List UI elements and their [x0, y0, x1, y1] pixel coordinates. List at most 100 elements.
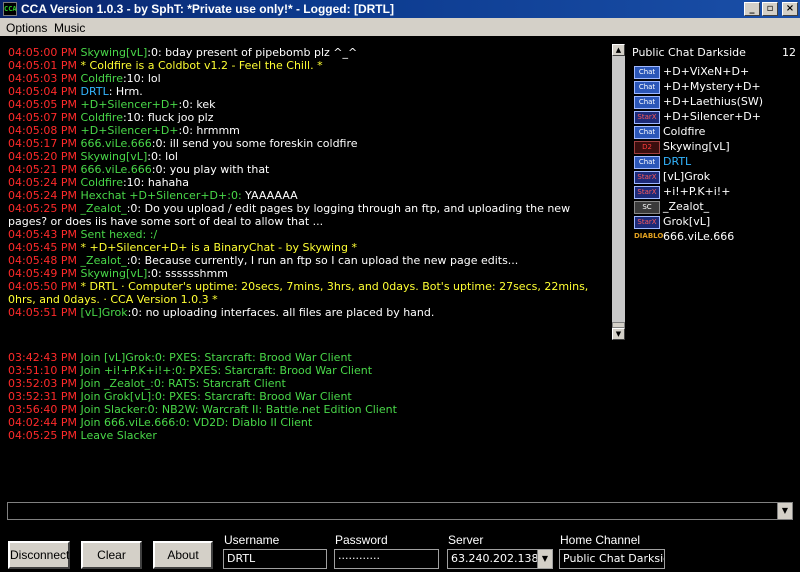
about-button[interactable]: About — [153, 541, 213, 569]
chat-text: _Zealot_ — [80, 202, 127, 215]
chat-line: 04:05:51 PM [vL]Grok:0: no uploading int… — [8, 306, 609, 319]
user-list-item[interactable]: DIABLO666.viLe.666 — [634, 229, 798, 244]
chat-scrollbar[interactable]: ▲ ▼ — [612, 44, 625, 340]
menu-bar: Options Music — [0, 18, 800, 36]
minimize-button[interactable]: _ — [744, 2, 760, 16]
chat-line: 04:05:01 PM * Coldfire is a Coldbot v1.2… — [8, 59, 609, 72]
chat-line: 04:05:24 PM Coldfire:10: hahaha — [8, 176, 609, 189]
event-timestamp: 04:02:44 PM — [8, 416, 81, 429]
server-value: 63.240.202.138 — [451, 552, 539, 565]
event-text: Leave Slacker — [80, 429, 157, 442]
event-text: Join _Zealot_:0: RATS: Starcraft Client — [80, 377, 286, 390]
chat-timestamp: 04:05:05 PM — [8, 98, 81, 111]
chat-text: Skywing[vL] — [80, 267, 148, 280]
user-list-item[interactable]: Chat +D+ViXeN+D+ — [634, 64, 798, 79]
scroll-down-button[interactable]: ▼ — [612, 328, 625, 340]
chevron-down-icon[interactable]: ▼ — [537, 550, 552, 568]
chat-timestamp: 04:05:45 PM — [8, 241, 81, 254]
menu-options[interactable]: Options — [6, 21, 47, 35]
event-line: 03:52:03 PM Join _Zealot_:0: RATS: Starc… — [8, 377, 608, 390]
username-field[interactable]: DRTL — [223, 549, 327, 569]
event-timestamp: 04:05:25 PM — [8, 429, 81, 442]
chat-text: Coldfire — [80, 176, 123, 189]
chat-text: :0: lol — [147, 150, 178, 163]
disconnect-button[interactable]: Disconnect — [8, 541, 70, 569]
user-name: +D+Laethius(SW) — [663, 95, 764, 108]
chat-timestamp: 04:05:51 PM — [8, 306, 81, 319]
diablo-client-icon: DIABLO — [634, 230, 663, 244]
user-list-item[interactable]: StarX Grok[vL] — [634, 214, 798, 229]
event-line: 03:51:10 PM Join +i!+P.K+i!+:0: PXES: St… — [8, 364, 608, 377]
chat-text: * Coldfire is a Coldbot v1.2 - Feel the … — [80, 59, 323, 72]
username-label: Username — [224, 533, 280, 547]
chat-text: [vL]Grok — [80, 306, 128, 319]
user-list-item[interactable]: D2 Skywing[vL] — [634, 139, 798, 154]
home-channel-field[interactable]: Public Chat Darkside — [559, 549, 665, 569]
channel-name: Public Chat Darkside — [632, 46, 746, 59]
chat-text: 666.viLe.666 — [80, 163, 152, 176]
chat-timestamp: 04:05:17 PM — [8, 137, 81, 150]
chat-line: 04:05:20 PM Skywing[vL]:0: lol — [8, 150, 609, 163]
chat-timestamp: 04:05:24 PM — [8, 176, 81, 189]
chat-text: :0: kek — [178, 98, 216, 111]
chat-timestamp: 04:05:07 PM — [8, 111, 81, 124]
chat-log[interactable]: 04:05:00 PM Skywing[vL]:0: bday present … — [8, 46, 609, 336]
clear-button[interactable]: Clear — [81, 541, 142, 569]
menu-music[interactable]: Music — [54, 21, 85, 35]
star-client-icon: StarX — [634, 185, 660, 199]
chat-text: Coldfire — [80, 111, 123, 124]
user-name: +D+Silencer+D+ — [663, 110, 761, 123]
user-list-item[interactable]: Chat +D+Laethius(SW) — [634, 94, 798, 109]
user-list-item[interactable]: Chat DRTL — [634, 154, 798, 169]
chat-text: * +D+Silencer+D+ is a BinaryChat - by Sk… — [80, 241, 358, 254]
chat-timestamp: 04:05:48 PM — [8, 254, 81, 267]
chat-timestamp: 04:05:49 PM — [8, 267, 81, 280]
message-input[interactable]: ▼ — [7, 502, 793, 520]
event-timestamp: 03:52:31 PM — [8, 390, 81, 403]
password-field[interactable]: ············ — [334, 549, 439, 569]
user-name: +i!+P.K+i!+ — [663, 185, 731, 198]
star-client-icon: StarX — [634, 170, 660, 184]
user-name: +D+Mystery+D+ — [663, 80, 761, 93]
chat-client-icon: Chat — [634, 80, 660, 94]
chat-text: :0: no uploading interfaces. all files a… — [127, 306, 435, 319]
title-bar[interactable]: CCA CCA Version 1.0.3 - by SphT: *Privat… — [0, 0, 800, 18]
chat-timestamp: 04:05:01 PM — [8, 59, 81, 72]
user-list-item[interactable]: Chat +D+Mystery+D+ — [634, 79, 798, 94]
chat-line: 04:05:48 PM _Zealot_:0: Because currentl… — [8, 254, 609, 267]
event-log: 03:42:43 PM Join [vL]Grok:0: PXES: Starc… — [8, 351, 608, 442]
chat-line: 04:05:08 PM +D+Silencer+D+:0: hrmmm — [8, 124, 609, 137]
user-name: Skywing[vL] — [663, 140, 730, 153]
user-list-item[interactable]: Chat Coldfire — [634, 124, 798, 139]
home-channel-label: Home Channel — [560, 533, 641, 547]
user-list-item[interactable]: StarX +i!+P.K+i!+ — [634, 184, 798, 199]
scroll-up-button[interactable]: ▲ — [612, 44, 625, 56]
event-timestamp: 03:56:40 PM — [8, 403, 81, 416]
sc-client-icon: SC — [634, 200, 660, 214]
chat-text: Skywing[vL] — [80, 150, 148, 163]
chat-client-icon: Chat — [634, 65, 660, 79]
server-label: Server — [448, 533, 484, 547]
user-name: [vL]Grok — [663, 170, 711, 183]
maximize-button[interactable]: ▫ — [762, 2, 778, 16]
chat-text: Skywing[vL] — [80, 46, 148, 59]
chat-timestamp: 04:05:50 PM — [8, 280, 81, 293]
close-button[interactable]: × — [782, 2, 798, 16]
chat-text: * DRTL · Computer's uptime: 20secs, 7min… — [8, 280, 589, 306]
chat-text: +D+Silencer+D+ — [80, 124, 179, 137]
event-line: 03:56:40 PM Join Slacker:0: NB2W: Warcra… — [8, 403, 608, 416]
server-select[interactable]: 63.240.202.138 ▼ — [447, 549, 553, 569]
user-list-item[interactable]: StarX +D+Silencer+D+ — [634, 109, 798, 124]
user-name: +D+ViXeN+D+ — [663, 65, 750, 78]
user-list-item[interactable]: StarX [vL]Grok — [634, 169, 798, 184]
chat-client-icon: Chat — [634, 95, 660, 109]
star-client-icon: StarX — [634, 110, 660, 124]
user-list[interactable]: Chat +D+ViXeN+D+ Chat +D+Mystery+D+ Chat +D+L… — [634, 64, 798, 244]
user-name: _Zealot_ — [663, 200, 710, 213]
chat-text: :0: sssssshmm — [147, 267, 228, 280]
message-history-dropdown[interactable]: ▼ — [777, 503, 792, 519]
chat-line: 04:05:25 PM _Zealot_:0: Do you upload / … — [8, 202, 609, 228]
chat-line: 04:05:03 PM Coldfire:10: lol — [8, 72, 609, 85]
chat-line: 04:05:00 PM Skywing[vL]:0: bday present … — [8, 46, 609, 59]
user-list-item[interactable]: SC _Zealot_ — [634, 199, 798, 214]
